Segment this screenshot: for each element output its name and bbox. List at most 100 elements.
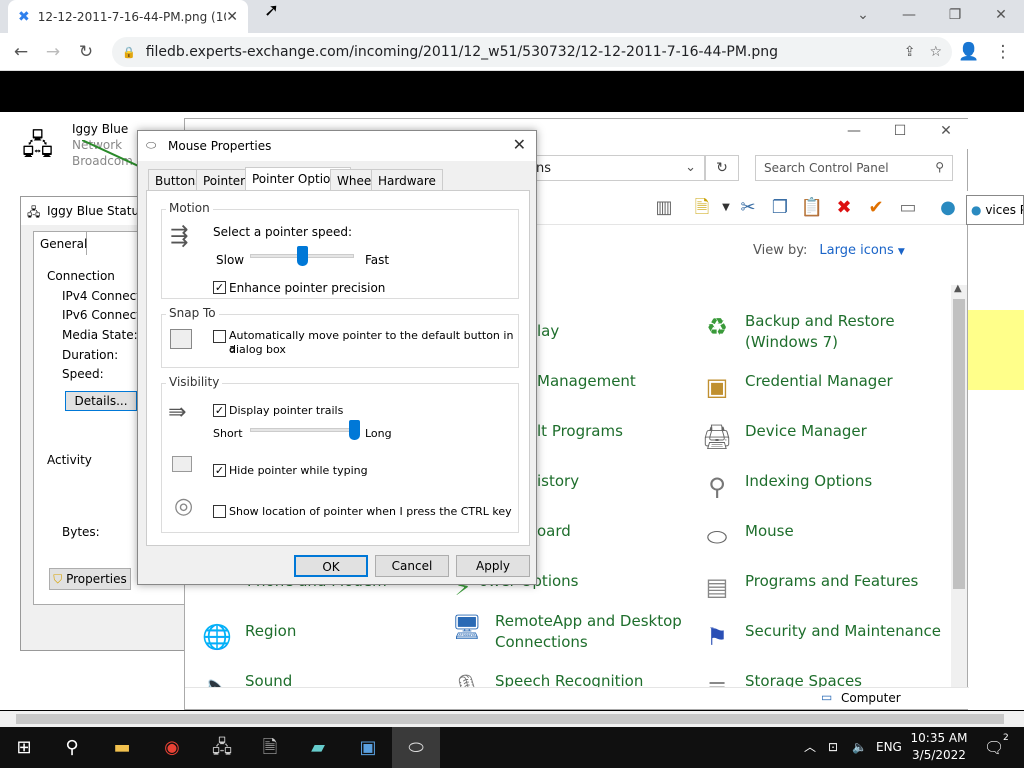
maximize-icon[interactable]: ☐ xyxy=(877,123,923,145)
status-row: Duration: xyxy=(62,348,119,362)
network-name: Iggy Blue xyxy=(72,122,129,136)
cp-item-partial[interactable]: Management xyxy=(537,371,636,392)
cp-item-region[interactable]: 🌐 Region xyxy=(201,621,296,653)
cp-item-partial[interactable]: lay xyxy=(537,321,559,342)
scroll-thumb[interactable] xyxy=(953,299,965,589)
close-window-icon[interactable]: ✕ xyxy=(978,0,1024,30)
status-text: Computer xyxy=(841,691,901,705)
control-panel-icon[interactable]: ▣ xyxy=(344,727,392,768)
apply-button[interactable]: Apply xyxy=(456,555,530,577)
trails-slider-track[interactable] xyxy=(250,428,354,432)
browser-tab[interactable]: ✖ 12-12-2011-7-16-44-PM.png (10 ✕ xyxy=(8,0,248,33)
bookmark-star-icon[interactable]: ☆ xyxy=(929,44,942,60)
notification-icon[interactable]: 🗨 xyxy=(984,727,1004,768)
scroll-up-icon[interactable]: ▲ xyxy=(954,283,962,294)
clock[interactable]: 10:35 AM 3/5/2022 xyxy=(906,730,972,768)
trails-checkbox[interactable]: ✓ xyxy=(213,404,226,417)
long-label: Long xyxy=(365,427,392,440)
speed-slider-thumb[interactable] xyxy=(297,246,308,266)
search-icon[interactable]: ⚲ xyxy=(48,727,96,768)
details-button[interactable]: Details... xyxy=(65,391,137,411)
chrome-icon[interactable]: ◉ xyxy=(148,727,196,768)
cursor-icon: ➚ xyxy=(264,0,280,21)
motion-label: Motion xyxy=(166,201,213,215)
fast-label: Fast xyxy=(365,253,390,267)
cp-item-partial[interactable]: istory xyxy=(537,471,579,492)
ok-button[interactable]: OK xyxy=(294,555,368,577)
copy-icon[interactable]: ❐ xyxy=(767,195,793,221)
properties-icon[interactable]: 🗎 xyxy=(689,195,715,221)
app-icon[interactable]: ▰ xyxy=(294,727,342,768)
status-row: Speed: xyxy=(62,367,104,381)
cp-item-partial[interactable]: oard xyxy=(537,521,571,542)
profile-icon[interactable]: 👤 xyxy=(958,41,980,63)
cp-item-security[interactable]: ⚑ Security and Maintenance xyxy=(701,621,951,653)
vault-icon: ▣ xyxy=(705,373,729,401)
search-input[interactable]: Search Control Panel ⚲ xyxy=(755,155,953,181)
rename-icon[interactable]: ▭ xyxy=(895,195,921,221)
ctrl-checkbox[interactable] xyxy=(213,505,226,518)
precision-checkbox[interactable]: ✓ xyxy=(213,281,226,294)
document-icon[interactable]: 🗎 xyxy=(246,727,294,768)
hide-checkbox[interactable]: ✓ xyxy=(213,464,226,477)
tab-title: 12-12-2011-7-16-44-PM.png (10 xyxy=(37,9,227,24)
start-icon[interactable]: ⊞ xyxy=(0,727,48,768)
minimize-icon[interactable]: — xyxy=(831,123,877,145)
cp-item-credential[interactable]: ▣ Credential Manager xyxy=(701,371,941,403)
snap-checkbox[interactable] xyxy=(213,330,226,343)
properties-button[interactable]: ⛉ Properties xyxy=(49,568,131,590)
cp-item-indexing[interactable]: ⚲ Indexing Options xyxy=(701,471,941,503)
file-explorer-icon[interactable]: ▬ xyxy=(98,727,146,768)
network-tray-icon[interactable]: ⊡ xyxy=(828,727,838,768)
network-icon[interactable]: 🖧 xyxy=(198,727,246,768)
preview-pane-icon[interactable]: ▥ xyxy=(651,195,677,221)
volume-icon[interactable]: 🔈 xyxy=(852,727,867,768)
restore-icon[interactable]: ❐ xyxy=(932,0,978,30)
cp-item-mouse[interactable]: ⬭ Mouse xyxy=(701,521,941,553)
cp-item-programs[interactable]: ▤ Programs and Features xyxy=(701,571,941,603)
language-indicator[interactable]: ENG xyxy=(876,727,902,768)
cp-scrollbar[interactable]: ▲ xyxy=(951,283,967,691)
browser-toolbar: ← → ↻ 🔒 filedb.experts-exchange.com/inco… xyxy=(0,33,1024,71)
close-icon[interactable]: ✕ xyxy=(513,135,526,154)
snap-text2: dialog box xyxy=(229,343,286,356)
tray-up-icon[interactable]: ︿ xyxy=(804,727,816,768)
mouse-app-icon[interactable]: ⬭ xyxy=(392,727,440,768)
refresh-icon[interactable]: ↻ xyxy=(705,155,739,181)
trails-slider-thumb[interactable] xyxy=(349,420,360,440)
hide-label: Hide pointer while typing xyxy=(229,464,368,477)
hscroll-thumb[interactable] xyxy=(16,714,1004,724)
cancel-button[interactable]: Cancel xyxy=(375,555,449,577)
paste-icon[interactable]: 📋 xyxy=(799,195,825,221)
chevron-down-icon[interactable]: ⌄ xyxy=(685,160,696,175)
forward-icon[interactable]: → xyxy=(42,41,64,63)
page-hscrollbar[interactable] xyxy=(0,711,1024,727)
tab-hardware[interactable]: Hardware xyxy=(371,169,443,191)
cp-item-backup[interactable]: ♻ Backup and Restore (Windows 7) xyxy=(701,311,941,353)
tab-search-icon[interactable]: ⌄ xyxy=(840,0,886,30)
speed-label: Select a pointer speed: xyxy=(213,225,353,239)
view-by[interactable]: View by: Large icons ▼ xyxy=(753,243,905,258)
side-window-icon: ● xyxy=(971,203,982,217)
back-icon[interactable]: ← xyxy=(10,41,32,63)
menu-icon[interactable]: ⋮ xyxy=(992,41,1014,63)
close-tab-icon[interactable]: ✕ xyxy=(226,9,238,25)
cp-item-device-manager[interactable]: 🖨 Device Manager xyxy=(701,421,941,453)
cp-item-remoteapp[interactable]: 🖥 RemoteApp and Desktop Connections xyxy=(451,611,691,653)
share-icon[interactable]: ⇪ xyxy=(904,44,916,60)
tab-general[interactable]: General xyxy=(33,231,87,255)
short-label: Short xyxy=(213,427,243,440)
checkmark-icon[interactable]: ✔ xyxy=(863,195,889,221)
cut-icon[interactable]: ✂ xyxy=(735,195,761,221)
cp-item-partial[interactable]: lt Programs xyxy=(537,421,623,442)
reload-icon[interactable]: ↻ xyxy=(75,41,97,63)
delete-icon[interactable]: ✖ xyxy=(831,195,857,221)
remoteapp-icon: 🖥 xyxy=(451,613,483,641)
clock-date: 3/5/2022 xyxy=(912,748,966,762)
address-bar[interactable]: 🔒 filedb.experts-exchange.com/incoming/2… xyxy=(112,37,952,67)
close-icon[interactable]: ✕ xyxy=(923,123,969,145)
computer-icon: ▭ xyxy=(821,690,833,704)
lock-icon: 🔒 xyxy=(122,45,136,59)
globe-icon[interactable]: ● xyxy=(935,195,961,221)
minimize-icon[interactable]: — xyxy=(886,0,932,30)
